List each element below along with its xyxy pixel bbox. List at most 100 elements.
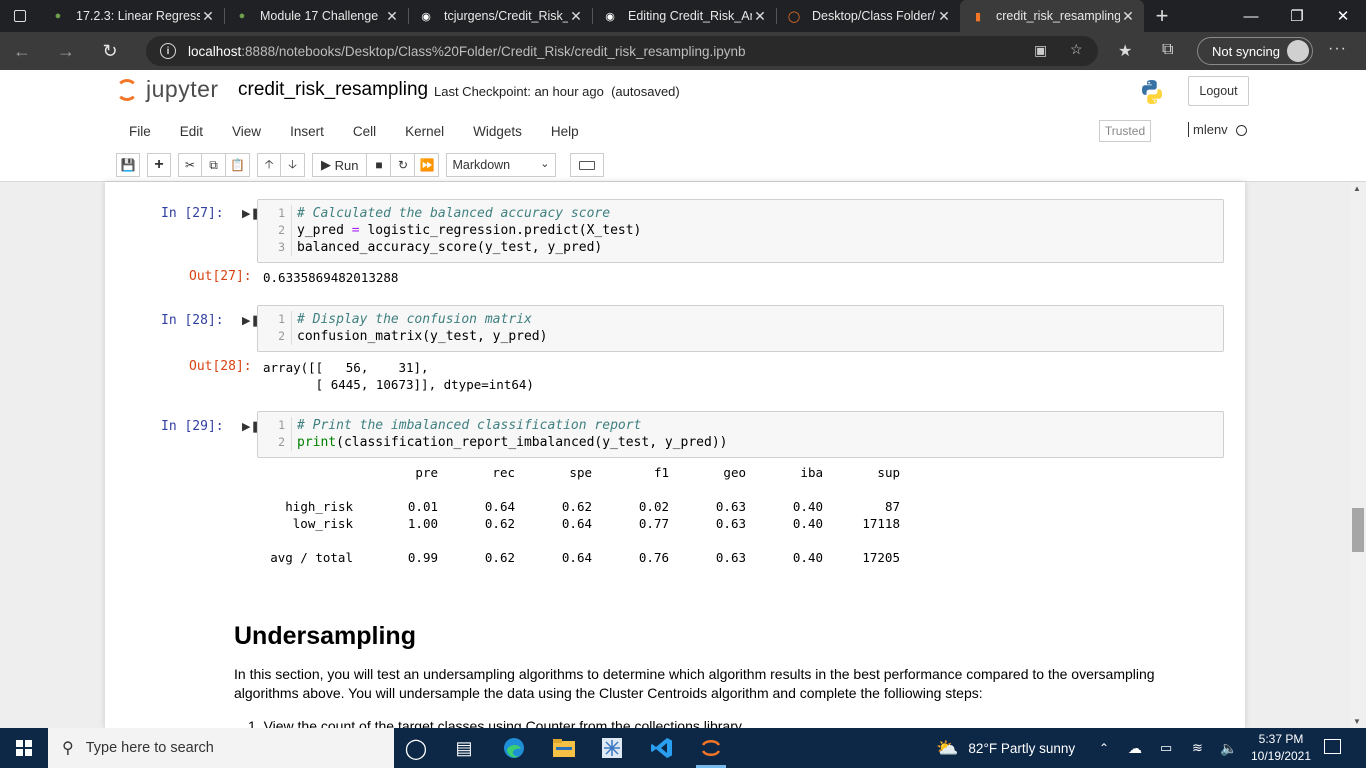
jupyter-logo[interactable]: jupyter bbox=[116, 76, 219, 103]
checkpoint-text: Last Checkpoint: an hour ago bbox=[434, 84, 604, 99]
report-cell: 0.62 bbox=[561, 499, 592, 514]
run-button[interactable]: ▶ Run bbox=[312, 153, 368, 177]
save-icon[interactable]: 💾 bbox=[116, 153, 140, 177]
move-down-icon[interactable]: 🡣 bbox=[281, 153, 305, 177]
logout-button[interactable]: Logout bbox=[1188, 76, 1249, 106]
clock-time: 5:37 PM bbox=[1258, 732, 1304, 746]
notifications-icon[interactable] bbox=[1324, 739, 1341, 754]
menu-edit[interactable]: Edit bbox=[164, 124, 216, 139]
notebook-name[interactable]: credit_risk_resampling bbox=[238, 79, 428, 101]
cell-type-select[interactable]: Markdown ⌄ bbox=[446, 153, 557, 177]
menu-cell[interactable]: Cell bbox=[337, 124, 389, 139]
browser-tab[interactable]: ● Module 17 Challenge ✕ bbox=[224, 0, 408, 32]
scroll-up-icon[interactable]: ▲ bbox=[1353, 184, 1361, 193]
browser-tab[interactable]: ● 17.2.3: Linear Regressio ✕ bbox=[40, 0, 224, 32]
favorites-icon[interactable]: ★ bbox=[1118, 41, 1132, 61]
new-tab-button[interactable]: + bbox=[1144, 0, 1180, 32]
menu-insert[interactable]: Insert bbox=[274, 124, 337, 139]
profile-sync-button[interactable]: Not syncing bbox=[1197, 37, 1313, 65]
close-tab-icon[interactable]: ✕ bbox=[936, 8, 952, 25]
cut-icon[interactable]: ✂ bbox=[178, 153, 202, 177]
browser-tab[interactable]: ◉ tcjurgens/Credit_Risk_ ✕ bbox=[408, 0, 592, 32]
close-tab-icon[interactable]: ✕ bbox=[384, 8, 400, 25]
browser-tab[interactable]: ◯ Desktop/Class Folder/✕ bbox=[776, 0, 960, 32]
code-cell-input[interactable]: 1 # Print the imbalanced classification r… bbox=[257, 411, 1224, 458]
page-scrollbar[interactable]: ▲ ▼ bbox=[1350, 182, 1366, 728]
report-cell: 0.64 bbox=[561, 516, 592, 531]
report-cell: 0.02 bbox=[638, 499, 669, 514]
back-button[interactable]: ← bbox=[0, 41, 44, 62]
wifi-icon[interactable]: ≋ bbox=[1192, 728, 1203, 768]
site-info-icon[interactable]: i bbox=[160, 43, 176, 59]
close-tab-icon[interactable]: ✕ bbox=[200, 8, 216, 25]
keyboard-shortcuts-icon[interactable] bbox=[570, 153, 605, 177]
menu-widgets[interactable]: Widgets bbox=[457, 124, 535, 139]
report-header-cell: f1 bbox=[653, 465, 669, 480]
jupyter-taskbar-icon[interactable] bbox=[699, 736, 723, 760]
insert-cell-button[interactable]: + bbox=[147, 153, 171, 177]
file-explorer-icon[interactable] bbox=[552, 736, 576, 760]
report-cell: 0.01 bbox=[407, 499, 438, 514]
reader-view-icon[interactable]: ▣ bbox=[1034, 42, 1047, 59]
restart-run-all-icon[interactable]: ⏩ bbox=[415, 153, 440, 177]
tab-title: credit_risk_resampling bbox=[996, 9, 1120, 23]
markdown-paragraph: In this section, you will test an unders… bbox=[234, 666, 1155, 701]
code-cell-input[interactable]: 1 # Calculated the balanced accuracy scor… bbox=[257, 199, 1224, 263]
output-prompt: Out[27]: bbox=[189, 269, 252, 284]
tab-title: tcjurgens/Credit_Risk_ bbox=[444, 9, 568, 23]
close-tab-icon[interactable]: ✕ bbox=[568, 8, 584, 25]
browser-tab[interactable]: ▮ credit_risk_resampling ✕ bbox=[960, 0, 1144, 32]
restore-button[interactable]: ❐ bbox=[1274, 0, 1320, 32]
report-header-cell: iba bbox=[800, 465, 823, 480]
paste-icon[interactable]: 📋 bbox=[226, 153, 250, 177]
restart-icon[interactable]: ↻ bbox=[391, 153, 416, 177]
weather-widget[interactable]: ⛅ 82°F Partly sunny bbox=[936, 728, 1075, 768]
vscode-icon[interactable] bbox=[650, 736, 674, 760]
move-up-icon[interactable]: 🡡 bbox=[257, 153, 281, 177]
close-window-button[interactable]: ✕ bbox=[1320, 0, 1366, 32]
url-field[interactable]: i localhost:8888/notebooks/Desktop/Class… bbox=[146, 36, 1098, 66]
report-cell: 0.40 bbox=[792, 499, 823, 514]
code-line: 1 # Print the imbalanced classification r… bbox=[258, 417, 1223, 434]
close-tab-icon[interactable]: ✕ bbox=[752, 8, 768, 25]
notebook-icon: ▮ bbox=[974, 10, 982, 23]
taskbar-search[interactable]: ⚲ Type here to search bbox=[48, 728, 394, 768]
code-text: # Print the imbalanced classification re… bbox=[297, 418, 642, 433]
task-view-icon[interactable]: ▤ bbox=[452, 736, 476, 760]
jupyter-logo-icon bbox=[116, 78, 138, 101]
weather-text: 82°F Partly sunny bbox=[968, 740, 1076, 756]
report-cell: 0.63 bbox=[715, 516, 746, 531]
code-cell-input[interactable]: 1 # Display the confusion matrix 2 confusio… bbox=[257, 305, 1224, 352]
copy-icon[interactable]: ⧉ bbox=[202, 153, 226, 177]
volume-icon[interactable]: 🔈 bbox=[1220, 728, 1237, 768]
menu-file[interactable]: File bbox=[113, 124, 164, 139]
partly-sunny-icon: ⛅ bbox=[936, 737, 959, 758]
show-hidden-icons-icon[interactable]: ⌃ bbox=[1099, 728, 1109, 768]
close-tab-icon[interactable]: ✕ bbox=[1120, 8, 1136, 25]
forward-button[interactable]: → bbox=[44, 41, 88, 62]
scrollbar-thumb[interactable] bbox=[1352, 508, 1364, 552]
scroll-down-icon[interactable]: ▼ bbox=[1353, 717, 1361, 726]
minimize-button[interactable]: — bbox=[1228, 0, 1274, 32]
menu-kernel[interactable]: Kernel bbox=[389, 124, 457, 139]
canvas-icon: ● bbox=[238, 10, 246, 22]
system-clock[interactable]: 5:37 PM 10/19/2021 bbox=[1248, 731, 1314, 765]
add-favorite-icon[interactable]: ☆ bbox=[1070, 41, 1083, 58]
browser-tab[interactable]: ◉ Editing Credit_Risk_An ✕ bbox=[592, 0, 776, 32]
menu-help[interactable]: Help bbox=[535, 124, 592, 139]
network-app-icon[interactable] bbox=[600, 736, 624, 760]
refresh-button[interactable]: ↻ bbox=[88, 41, 132, 62]
cortana-icon[interactable]: ◯ bbox=[404, 736, 428, 760]
start-button[interactable] bbox=[0, 728, 48, 768]
more-menu-icon[interactable]: ··· bbox=[1328, 40, 1347, 58]
battery-icon[interactable]: ▭ bbox=[1160, 728, 1172, 768]
collections-icon[interactable]: ⧉ bbox=[1162, 41, 1173, 59]
trusted-indicator[interactable]: Trusted bbox=[1099, 120, 1151, 142]
edge-browser-icon[interactable] bbox=[502, 736, 526, 760]
tab-actions-button[interactable] bbox=[0, 0, 40, 32]
onedrive-icon[interactable]: ☁ bbox=[1128, 728, 1142, 768]
menu-view[interactable]: View bbox=[216, 124, 274, 139]
jupyter-logo-text: jupyter bbox=[146, 76, 219, 102]
kernel-name[interactable]: mlenv bbox=[1188, 122, 1228, 137]
interrupt-icon[interactable]: ■ bbox=[367, 153, 392, 177]
